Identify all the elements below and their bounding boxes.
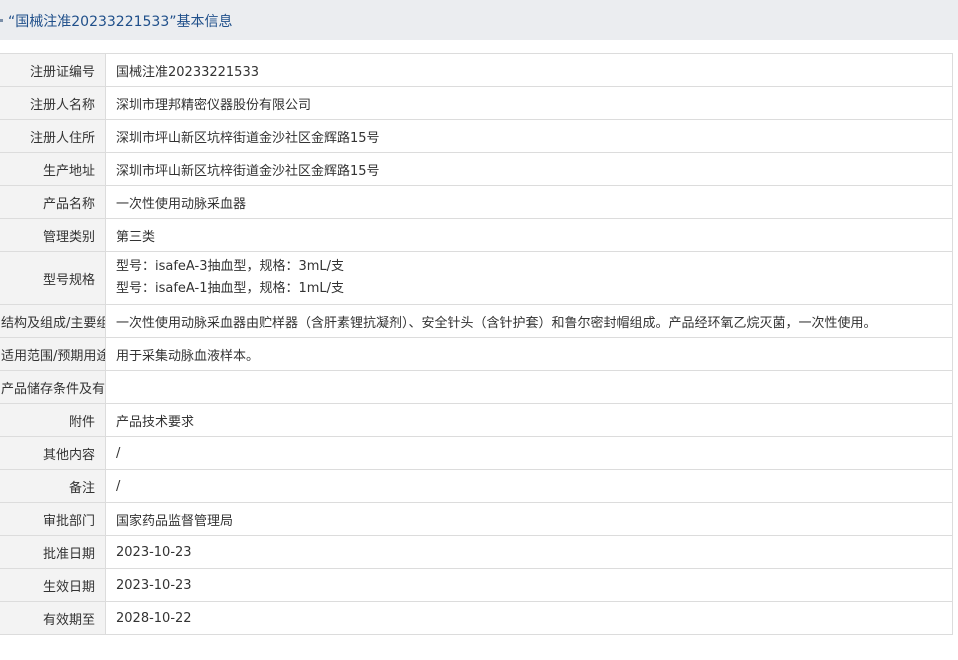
table-row: 型号规格 型号：isafeA-3抽血型，规格：3mL/支 型号：isafeA-1…: [0, 251, 953, 305]
row-value: 2023-10-23: [105, 568, 953, 602]
table-row: 其他内容 /: [0, 436, 953, 470]
table-row: 结构及组成/主要组成成分 一次性使用动脉采血器由贮样器（含肝素锂抗凝剂）、安全针…: [0, 304, 953, 338]
row-label: 注册人住所: [0, 119, 106, 153]
row-value: 国家药品监督管理局: [105, 502, 953, 536]
table-row: 生效日期 2023-10-23: [0, 568, 953, 602]
table-row: 生产地址 深圳市坪山新区坑梓街道金沙社区金辉路15号: [0, 152, 953, 186]
table-row: 审批部门 国家药品监督管理局: [0, 502, 953, 536]
row-label: 产品名称: [0, 185, 106, 219]
model-spec-line: 型号：isafeA-1抽血型，规格：1mL/支: [116, 281, 345, 296]
row-value: 用于采集动脉血液样本。: [105, 337, 953, 371]
row-value: 2028-10-22: [105, 601, 953, 635]
info-table: 注册证编号 国械注准20233221533 注册人名称 深圳市理邦精密仪器股份有…: [0, 53, 953, 635]
row-label: 产品储存条件及有效期: [0, 370, 106, 404]
row-value: 一次性使用动脉采血器: [105, 185, 953, 219]
row-label: 适用范围/预期用途: [0, 337, 106, 371]
table-row: 产品名称 一次性使用动脉采血器: [0, 185, 953, 219]
row-value: 型号：isafeA-3抽血型，规格：3mL/支 型号：isafeA-1抽血型，规…: [105, 251, 953, 305]
table-row: 注册证编号 国械注准20233221533: [0, 53, 953, 87]
row-value: 一次性使用动脉采血器由贮样器（含肝素锂抗凝剂）、安全针头（含针护套）和鲁尔密封帽…: [105, 304, 953, 338]
table-row: 适用范围/预期用途 用于采集动脉血液样本。: [0, 337, 953, 371]
page-title: “国械注准20233221533”基本信息: [8, 14, 233, 30]
row-value: 2023-10-23: [105, 535, 953, 569]
row-label: 生效日期: [0, 568, 106, 602]
row-value: 深圳市理邦精密仪器股份有限公司: [105, 86, 953, 120]
table-row: 备注 /: [0, 469, 953, 503]
row-value: 深圳市坪山新区坑梓街道金沙社区金辉路15号: [105, 152, 953, 186]
row-label: 注册人名称: [0, 86, 106, 120]
row-label: 结构及组成/主要组成成分: [0, 304, 106, 338]
row-value: 第三类: [105, 218, 953, 252]
row-label: 有效期至: [0, 601, 106, 635]
row-value: /: [105, 436, 953, 470]
page-header: “国械注准20233221533”基本信息: [0, 0, 958, 40]
table-row: 有效期至 2028-10-22: [0, 601, 953, 635]
row-value: [105, 370, 953, 404]
model-spec-line: 型号：isafeA-3抽血型，规格：3mL/支: [116, 259, 345, 274]
table-row: 批准日期 2023-10-23: [0, 535, 953, 569]
table-row: 产品储存条件及有效期: [0, 370, 953, 404]
row-label: 审批部门: [0, 502, 106, 536]
bullet-icon: [0, 19, 3, 22]
row-label: 注册证编号: [0, 53, 106, 87]
row-label: 管理类别: [0, 218, 106, 252]
table-row: 注册人住所 深圳市坪山新区坑梓街道金沙社区金辉路15号: [0, 119, 953, 153]
row-label: 其他内容: [0, 436, 106, 470]
row-value: 国械注准20233221533: [105, 53, 953, 87]
table-row: 注册人名称 深圳市理邦精密仪器股份有限公司: [0, 86, 953, 120]
table-row: 附件 产品技术要求: [0, 403, 953, 437]
row-value: 深圳市坪山新区坑梓街道金沙社区金辉路15号: [105, 119, 953, 153]
row-label: 批准日期: [0, 535, 106, 569]
row-value: /: [105, 469, 953, 503]
row-label: 型号规格: [0, 251, 106, 305]
table-row: 管理类别 第三类: [0, 218, 953, 252]
row-label: 备注: [0, 469, 106, 503]
row-value: 产品技术要求: [105, 403, 953, 437]
row-label: 附件: [0, 403, 106, 437]
row-label: 生产地址: [0, 152, 106, 186]
